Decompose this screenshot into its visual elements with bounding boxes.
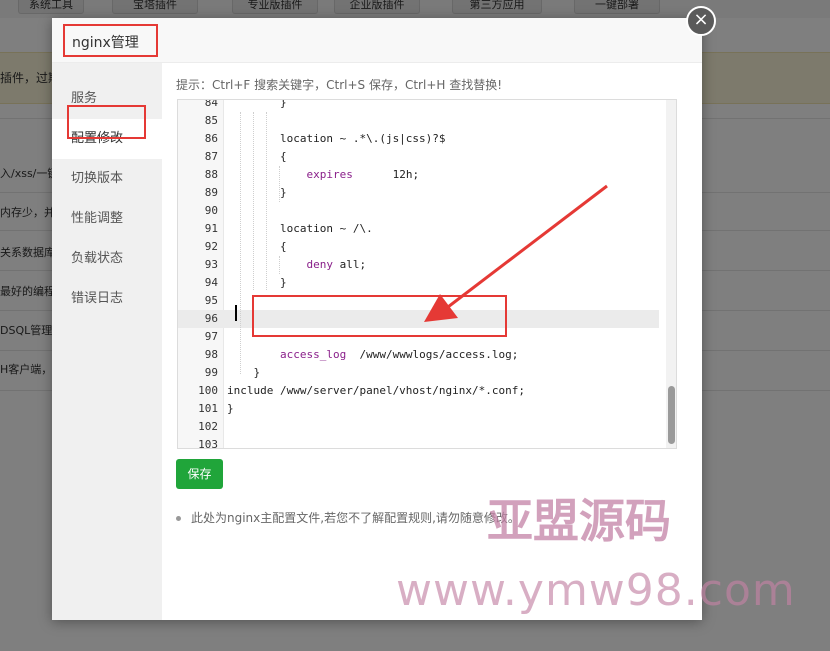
line-number: 100 [198, 384, 218, 397]
code-text: include /www/server/panel/vhost/nginx/*.… [227, 384, 526, 397]
indent-guide [279, 166, 280, 202]
code-text: deny all; [306, 258, 367, 271]
line-number: 89 [204, 186, 218, 199]
code-text: location ~ .*\.(js|css)?$ [227, 132, 446, 145]
save-button[interactable]: 保存 [176, 459, 223, 489]
config-note-text: 此处为nginx主配置文件,若您不了解配置规则,请勿随意修改。 [191, 511, 520, 525]
line-number: 101 [198, 402, 218, 415]
line-number: 91 [204, 222, 218, 235]
nav-item-switch-version[interactable]: 切换版本 [52, 159, 162, 199]
line-number: 90 [204, 204, 218, 217]
code-text: { [227, 150, 287, 163]
code-text: { [227, 240, 287, 253]
code-line[interactable]: 96 [178, 310, 659, 328]
line-number: 87 [204, 150, 218, 163]
text-cursor [235, 305, 237, 321]
code-line[interactable]: 99 } [178, 364, 659, 382]
code-line[interactable]: 91 location ~ /\. [178, 220, 659, 238]
indent-guide [240, 112, 241, 374]
code-text: location ~ /\. [227, 222, 373, 235]
bullet-icon [176, 516, 181, 521]
line-number: 84 [204, 99, 218, 109]
code-line[interactable]: 95 [178, 292, 659, 310]
nav-item-config-edit[interactable]: 配置修改 [52, 119, 162, 159]
line-number: 85 [204, 114, 218, 127]
close-icon[interactable]: × [686, 6, 716, 36]
line-number: 97 [204, 330, 218, 343]
scrollbar-thumb[interactable] [668, 386, 675, 444]
code-line[interactable]: 89 } [178, 184, 659, 202]
watermark-url: www.ymw98.com [396, 565, 796, 616]
line-number: 86 [204, 132, 218, 145]
directive-keyword: access_log [279, 348, 347, 361]
code-text: } [227, 366, 261, 379]
nav-item-service[interactable]: 服务 [52, 79, 162, 119]
nav-item-load-status[interactable]: 负载状态 [52, 239, 162, 279]
indent-guide [253, 112, 254, 290]
side-nav: 服务 配置修改 切换版本 性能调整 负载状态 错误日志 [52, 63, 162, 620]
line-number: 103 [198, 438, 218, 449]
code-line[interactable]: 103 [178, 436, 659, 449]
code-line[interactable]: 88 expires 12h; [178, 166, 659, 184]
line-number: 88 [204, 168, 218, 181]
dialog-header: nginx管理 [52, 18, 702, 63]
line-number: 93 [204, 258, 218, 271]
code-line[interactable]: 102 [178, 418, 659, 436]
code-line[interactable]: 98 access_log /www/wwwlogs/access.log; [178, 346, 659, 364]
dialog-title: nginx管理 [72, 35, 139, 51]
code-text: expires 12h; [306, 168, 420, 181]
indent-guide [279, 256, 280, 274]
code-line[interactable]: 90 [178, 202, 659, 220]
code-line[interactable]: 85 [178, 112, 659, 130]
code-line[interactable]: 101} [178, 400, 659, 418]
line-number: 92 [204, 240, 218, 253]
indent-guide [266, 112, 267, 290]
line-number: 99 [204, 366, 218, 379]
code-line[interactable]: 97 [178, 328, 659, 346]
line-number: 102 [198, 420, 218, 433]
code-editor[interactable]: 84 } 85 86 location ~ .*\.(js|css)?$ 87 {88… [177, 99, 677, 449]
code-text: } [227, 276, 287, 289]
code-line[interactable]: 94 } [178, 274, 659, 292]
code-text: } [227, 402, 234, 415]
line-number: 98 [204, 348, 218, 361]
directive-keyword: expires [306, 168, 353, 181]
code-line[interactable]: 86 location ~ .*\.(js|css)?$ [178, 130, 659, 148]
watermark-text: 亚盟源码 [487, 494, 671, 548]
nav-item-performance[interactable]: 性能调整 [52, 199, 162, 239]
code-line[interactable]: 92 { [178, 238, 659, 256]
line-number: 95 [204, 294, 218, 307]
code-line[interactable]: 100 include /www/server/panel/vhost/nginx… [178, 382, 659, 400]
code-text: access_log /www/wwwlogs/access.log; [279, 348, 519, 361]
code-line[interactable]: 93 deny all; [178, 256, 659, 274]
code-line[interactable]: 87 { [178, 148, 659, 166]
editor-scrollbar[interactable] [666, 100, 676, 448]
line-number: 94 [204, 276, 218, 289]
shortcut-tip: 提示：Ctrl+F 搜索关键字，Ctrl+S 保存，Ctrl+H 查找替换! [176, 78, 503, 92]
code-text: } [227, 186, 287, 199]
directive-keyword: deny [306, 258, 333, 271]
nav-item-error-log[interactable]: 错误日志 [52, 279, 162, 319]
code-line[interactable]: 84 } [178, 99, 659, 112]
config-note: 此处为nginx主配置文件,若您不了解配置规则,请勿随意修改。 [176, 509, 520, 526]
code-text: } [227, 99, 287, 109]
line-number: 96 [204, 312, 218, 325]
